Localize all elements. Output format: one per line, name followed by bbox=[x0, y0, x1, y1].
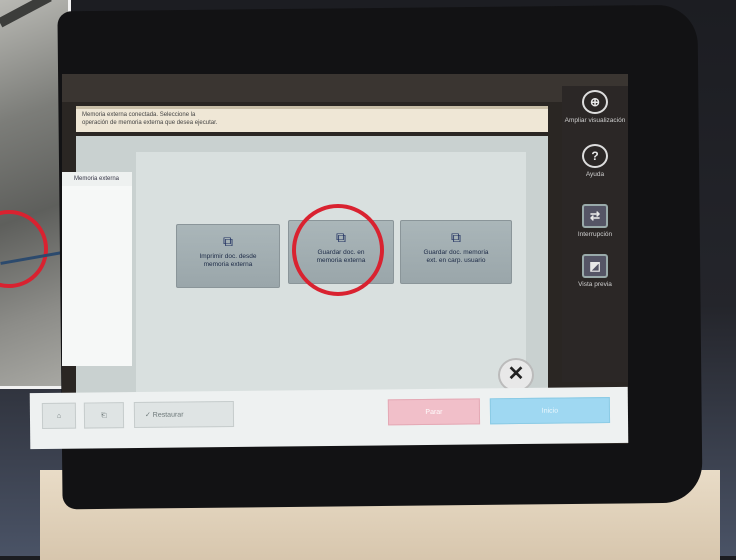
highlight-circle bbox=[292, 204, 384, 296]
button-label: ext. en carp. usuario bbox=[426, 257, 486, 264]
print-from-external-memory-button[interactable]: ⧉ Imprimir doc. desde memoria externa bbox=[176, 224, 280, 288]
program-button[interactable]: ⎗ bbox=[83, 402, 125, 429]
preview-button[interactable]: ◩ Vista previa bbox=[562, 254, 628, 289]
help-icon: ? bbox=[582, 144, 608, 168]
button-label: Guardar doc. memoria bbox=[423, 249, 489, 256]
tab-body bbox=[62, 186, 132, 366]
button-label: memoria externa bbox=[203, 261, 253, 268]
tab-external-memory[interactable]: Memoria externa bbox=[62, 172, 132, 186]
top-bar bbox=[62, 74, 628, 102]
start-button[interactable]: Inicio bbox=[489, 397, 611, 425]
message-bar: Memoria externa conectada. Seleccione la… bbox=[76, 106, 548, 132]
right-sidebar: ⊕ Ampliar visualización ? Ayuda ⇄ Interr… bbox=[562, 86, 628, 382]
save-external-to-user-folder-button[interactable]: ⧉ Guardar doc. memoria ext. en carp. usu… bbox=[400, 220, 512, 284]
zoom-display-button[interactable]: ⊕ Ampliar visualización bbox=[562, 90, 628, 125]
zoom-in-icon: ⊕ bbox=[582, 90, 608, 114]
interrupt-button[interactable]: ⇄ Interrupción bbox=[562, 204, 628, 239]
sidebar-label: Vista previa bbox=[578, 281, 612, 288]
message-line-2: operación de memoria externa que desea e… bbox=[82, 120, 218, 126]
close-button[interactable]: ✕ bbox=[498, 358, 534, 392]
sidebar-label: Ayuda bbox=[585, 171, 605, 178]
help-button[interactable]: ? Ayuda bbox=[562, 144, 628, 179]
stop-button[interactable]: Parar bbox=[387, 398, 481, 426]
sidebar-label: Interrupción bbox=[577, 231, 613, 238]
home-button[interactable]: ⌂ bbox=[41, 402, 77, 430]
document-copy-icon: ⧉ bbox=[223, 233, 233, 249]
interrupt-icon: ⇄ bbox=[582, 204, 608, 228]
message-line-1: Memoria externa conectada. Seleccione la bbox=[82, 112, 196, 118]
preview-icon: ◩ bbox=[582, 254, 608, 278]
button-label: Imprimir doc. desde bbox=[199, 253, 257, 260]
bottom-bar: ⌂ ⎗ ✓ Restaurar Parar Inicio bbox=[29, 386, 629, 450]
sidebar-label: Ampliar visualización bbox=[564, 117, 626, 124]
inset-device-slot bbox=[0, 0, 52, 28]
reset-button[interactable]: ✓ Restaurar bbox=[133, 400, 235, 429]
inset-highlight-circle bbox=[0, 210, 48, 288]
document-user-icon: ⧉ bbox=[451, 229, 461, 245]
